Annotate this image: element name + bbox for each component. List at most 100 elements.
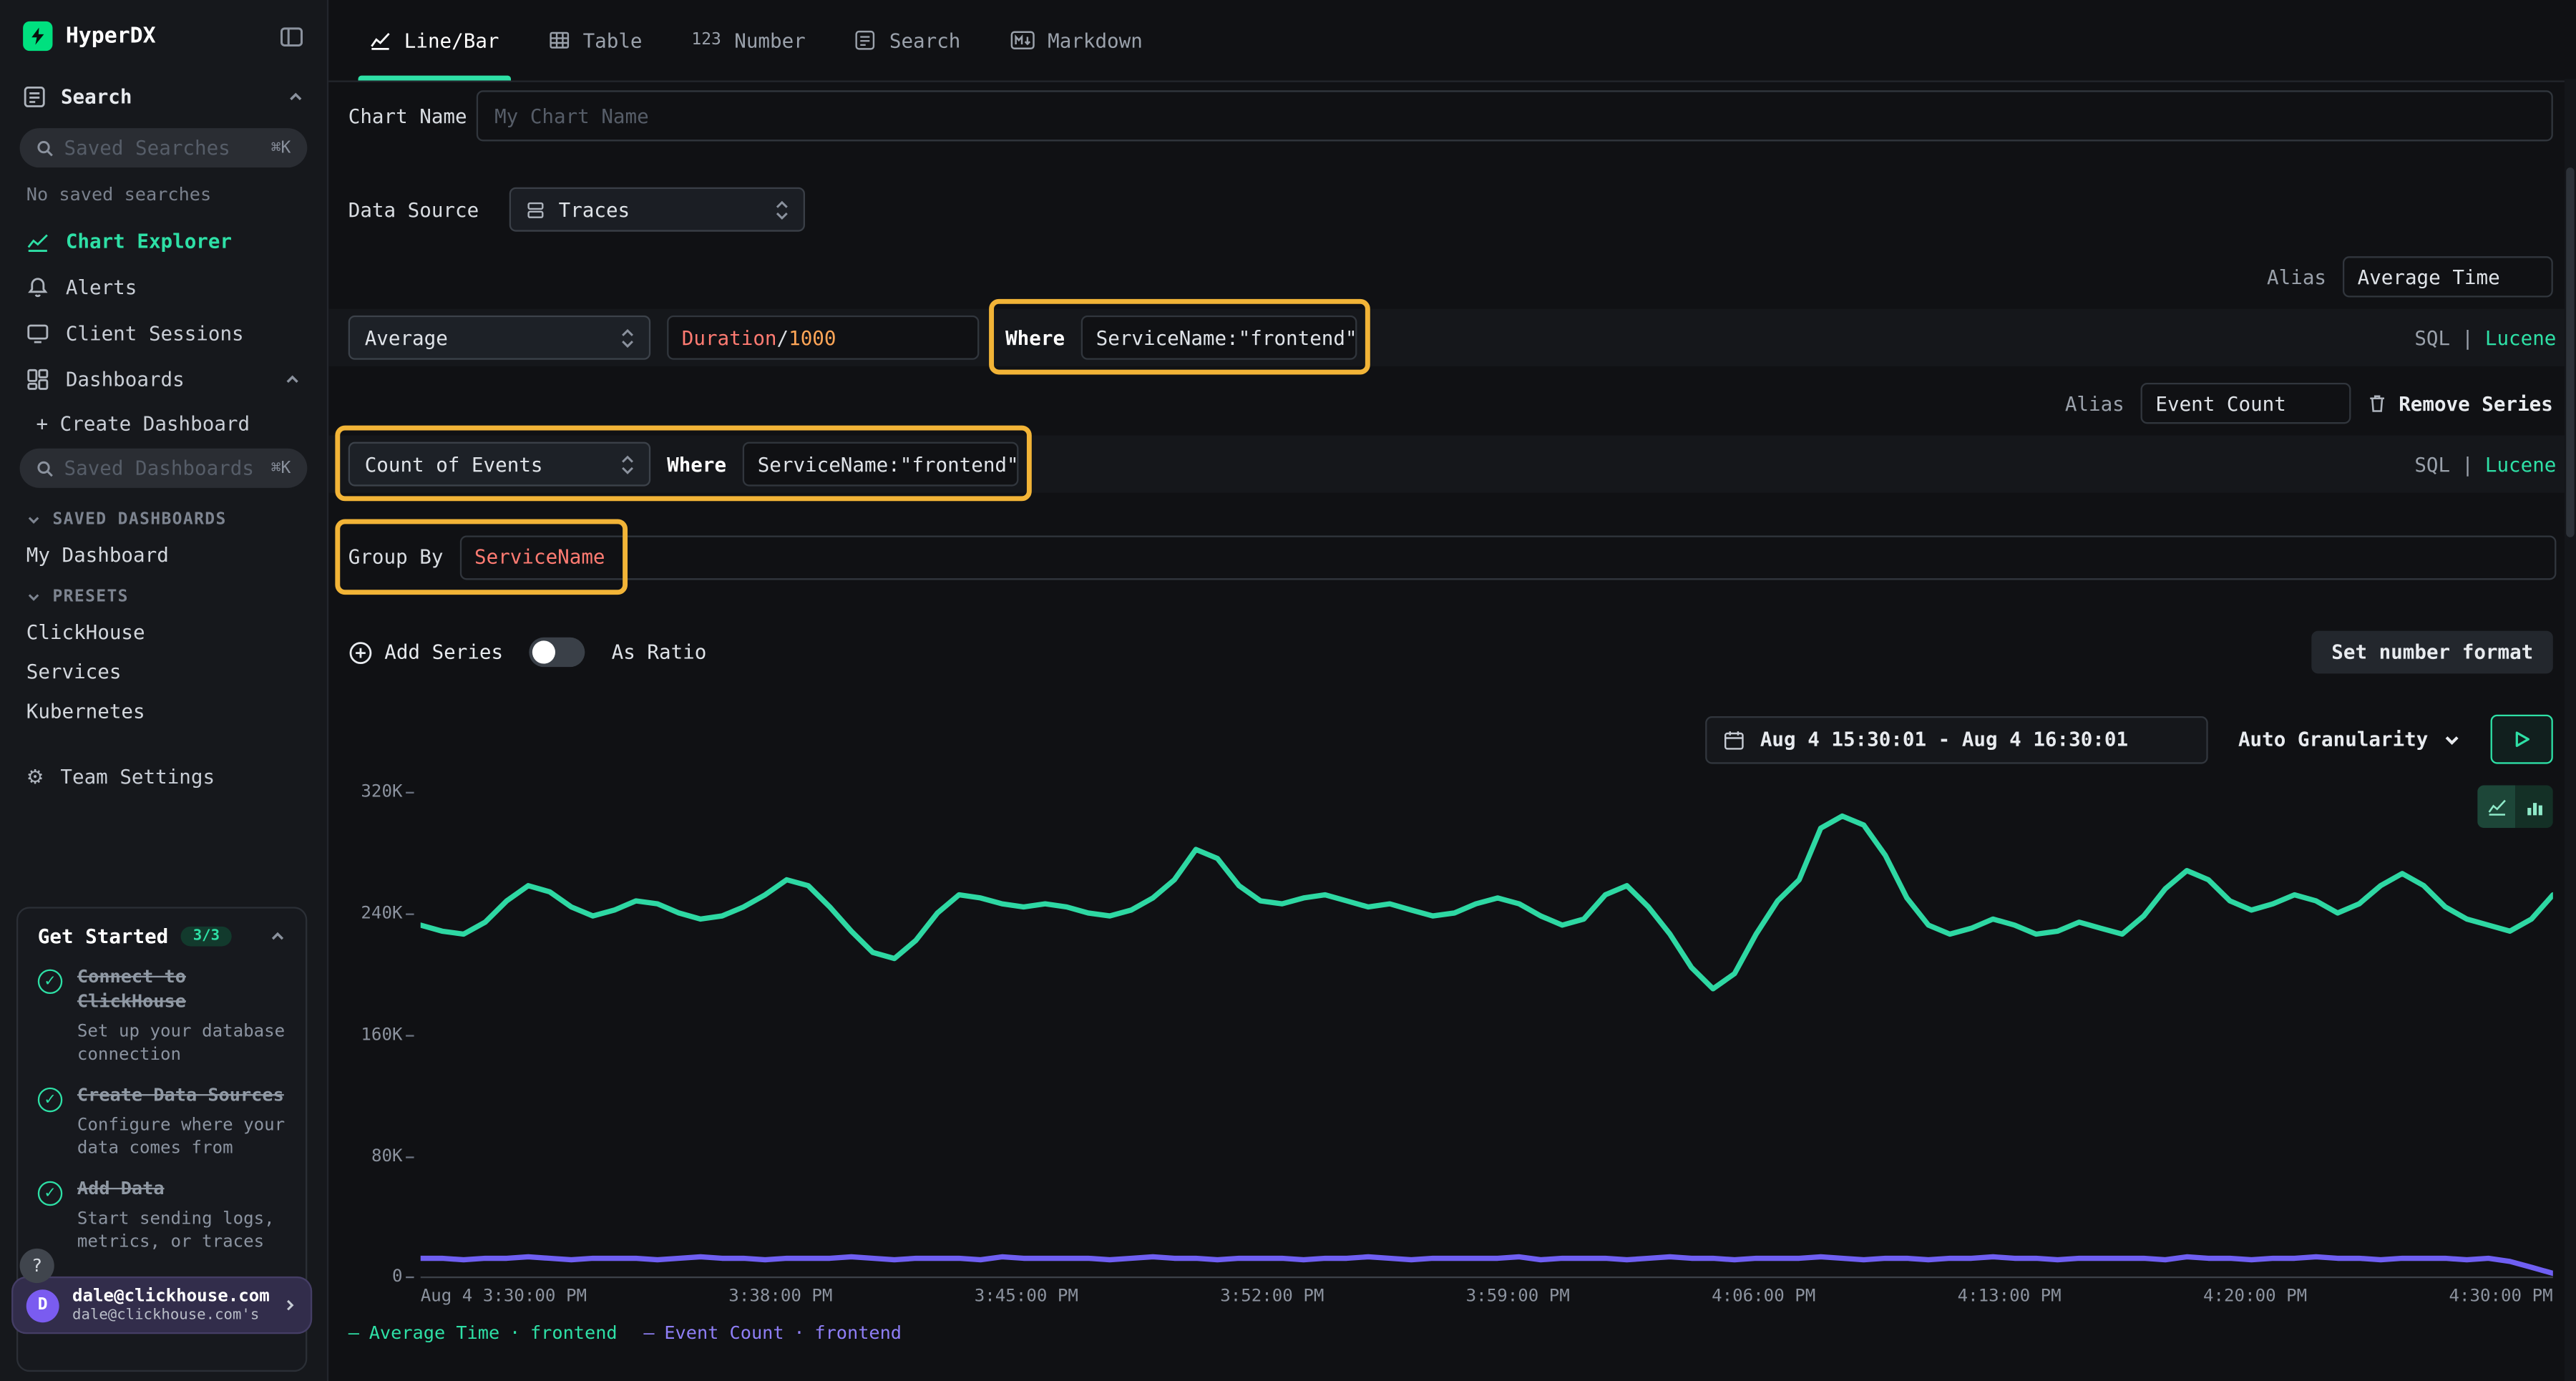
get-started-step[interactable]: ✓ Create Data Sources Configure where yo… [38,1084,286,1160]
time-series-chart[interactable]: 320K 240K 160K 80K 0 [348,792,2553,1279]
remove-series-button[interactable]: Remove Series [2368,392,2553,415]
series1-alias-row: Alias Average Time [2267,256,2553,297]
chevron-up-icon[interactable] [284,371,301,388]
main-panel: Line/Bar Table 123 Number Search Markdow… [328,0,2576,1381]
user-menu[interactable]: D dale@clickhouse.com dale@clickhouse.co… [13,1278,311,1332]
search-section-header[interactable]: Search [0,69,327,125]
app-root: HyperDX Search Saved Searches ⌘K No save… [0,0,2576,1381]
number-123-icon: 123 [691,31,721,49]
sidebar-item-label: Dashboards [66,368,185,391]
alias-label: Alias [2065,392,2124,415]
help-button[interactable]: ? [20,1249,54,1283]
chart-type-toggle [2477,785,2553,828]
tab-line-bar[interactable]: Line/Bar [345,0,524,80]
chevron-down-icon [26,512,42,527]
sidebar-item-client-sessions[interactable]: Client Sessions [0,311,327,356]
series1-field-input[interactable]: Duration/1000 [667,316,979,360]
search-icon [36,459,54,477]
set-number-format-button[interactable]: Set number format [2312,631,2553,674]
get-started-step[interactable]: ✓ Add Data Start sending logs, metrics, … [38,1179,286,1254]
play-icon [2514,731,2530,748]
series2-aggregation-select[interactable]: Count of Events [348,442,650,487]
brand-title: HyperDX [66,24,156,48]
x-axis-tick: 3:45:00 PM [975,1287,1078,1307]
legend-item-average-time[interactable]: — Average Time · frontend [348,1322,618,1344]
plot-area[interactable] [421,792,2553,1279]
as-ratio-toggle[interactable] [530,638,585,667]
granularity-select[interactable]: Auto Granularity [2232,728,2468,751]
toggle-knob [532,640,555,663]
presets-header[interactable]: PRESETS [0,575,327,613]
sidebar-item-preset-kubernetes[interactable]: Kubernetes [0,692,327,731]
create-dashboard-button[interactable]: + Create Dashboard [0,402,327,445]
sql-option[interactable]: SQL [2414,326,2450,349]
no-saved-searches-text: No saved searches [0,177,327,218]
user-email: dale@clickhouse.com [72,1287,270,1308]
user-org: dale@clickhouse.com's [72,1308,270,1324]
tab-number[interactable]: 123 Number [667,0,830,80]
get-started-header[interactable]: Get Started 3/3 [38,925,286,948]
gear-icon: ⚙ [26,766,44,789]
chart-name-input[interactable]: My Chart Name [477,90,2553,141]
chevron-up-icon[interactable] [288,89,304,105]
series1-alias-input[interactable]: Average Time [2343,256,2553,297]
add-series-button[interactable]: Add Series [348,640,503,664]
plus-circle-icon [348,640,373,664]
scrollbar-track[interactable] [2565,79,2576,1381]
date-range-picker[interactable]: Aug 4 15:30:01 - Aug 4 16:30:01 [1706,716,2209,763]
sidebar-item-preset-clickhouse[interactable]: ClickHouse [0,613,327,652]
chevron-up-icon[interactable] [270,928,286,945]
traces-stack-icon [526,200,546,220]
data-source-select[interactable]: Traces [509,187,805,232]
group-by-input[interactable]: ServiceName [459,535,2556,579]
series2-alias-row: Alias Event Count Remove Series [2065,383,2553,424]
sidebar-item-team-settings[interactable]: ⚙ Team Settings [0,754,327,800]
saved-dashboards-placeholder: Saved Dashboards [64,457,254,479]
avatar: D [26,1289,59,1322]
sidebar-item-preset-services[interactable]: Services [0,652,327,691]
y-axis-tick: 160K [361,1025,402,1045]
scrollbar-thumb[interactable] [2566,167,2574,537]
sidebar-item-chart-explorer[interactable]: Chart Explorer [0,218,327,264]
series1-language-switch: SQL | Lucene [2414,326,2556,349]
tab-table[interactable]: Table [524,0,667,80]
run-query-button[interactable] [2491,715,2553,764]
x-axis-tick: 4:20:00 PM [2203,1287,2307,1307]
select-updown-icon [621,328,634,348]
date-range-value: Aug 4 15:30:01 - Aug 4 16:30:01 [1760,728,2128,751]
get-started-step[interactable]: ✓ Connect to ClickHouse Set up your data… [38,966,286,1066]
lucene-option[interactable]: Lucene [2485,326,2557,349]
group-by-label: Group By [348,545,444,568]
series2-alias-input[interactable]: Event Count [2141,383,2351,424]
sidebar-item-alerts[interactable]: Alerts [0,265,327,311]
tab-markdown[interactable]: Markdown [985,0,1167,80]
bar-chart-mode-button[interactable] [2515,785,2553,828]
line-chart-mode-button[interactable] [2477,785,2515,828]
saved-searches-input[interactable]: Saved Searches ⌘K [20,128,308,167]
sql-option[interactable]: SQL [2414,453,2450,476]
sidebar-item-dashboards[interactable]: Dashboards [0,356,327,402]
series2-language-switch: SQL | Lucene [2414,453,2556,476]
check-circle-icon: ✓ [38,1088,62,1112]
sidebar-item-my-dashboard[interactable]: My Dashboard [0,535,327,575]
data-source-value: Traces [559,198,630,221]
x-axis-tick: 4:30:00 PM [2449,1287,2552,1307]
legend-item-event-count[interactable]: — Event Count · frontend [643,1322,902,1344]
where-label: Where [1005,326,1065,349]
line-chart-icon [370,29,391,51]
saved-dashboards-header[interactable]: SAVED DASHBOARDS [0,498,327,536]
x-axis-tick: Aug 4 3:30:00 PM [421,1287,587,1307]
saved-dashboards-input[interactable]: Saved Dashboards ⌘K [20,449,308,488]
lucene-option[interactable]: Lucene [2485,453,2557,476]
saved-searches-placeholder: Saved Searches [64,137,230,160]
chart-name-label: Chart Name [348,105,467,128]
step-description: Set up your database connection [77,1020,286,1066]
collapse-sidebar-icon[interactable] [279,24,303,48]
series1-aggregation-select[interactable]: Average [348,316,650,360]
step-description: Configure where your data comes from [77,1113,286,1160]
calendar-icon [1724,728,1745,750]
tab-search[interactable]: Search [830,0,985,80]
series1-where-input[interactable]: ServiceName:"frontend" [1081,316,1357,360]
series2-where-input[interactable]: ServiceName:"frontend" [743,442,1019,487]
sidebar-header: HyperDX [0,0,327,69]
